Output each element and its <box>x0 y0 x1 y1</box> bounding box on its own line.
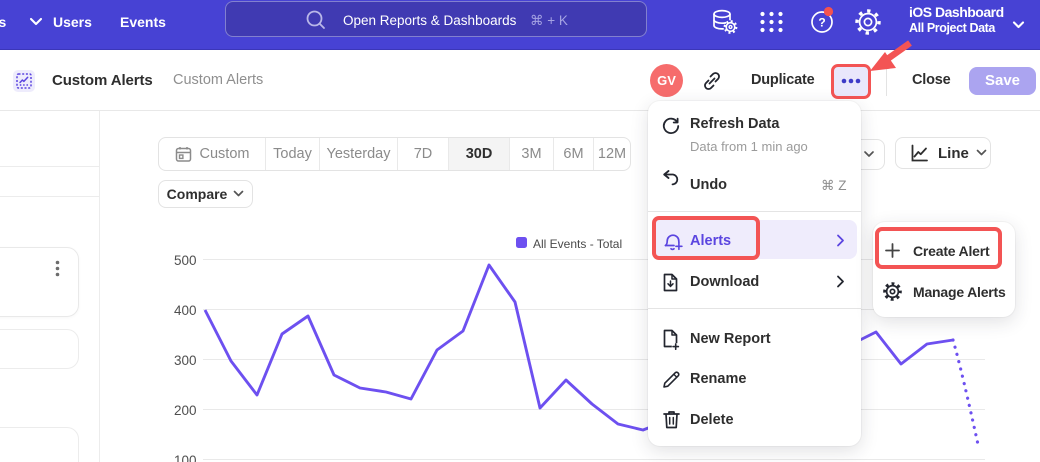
svg-text:100: 100 <box>174 453 197 462</box>
svg-text:500: 500 <box>174 253 197 268</box>
svg-text:300: 300 <box>174 353 197 368</box>
svg-text:400: 400 <box>174 303 197 318</box>
svg-text:200: 200 <box>174 403 197 418</box>
svg-text:?: ? <box>818 16 825 30</box>
